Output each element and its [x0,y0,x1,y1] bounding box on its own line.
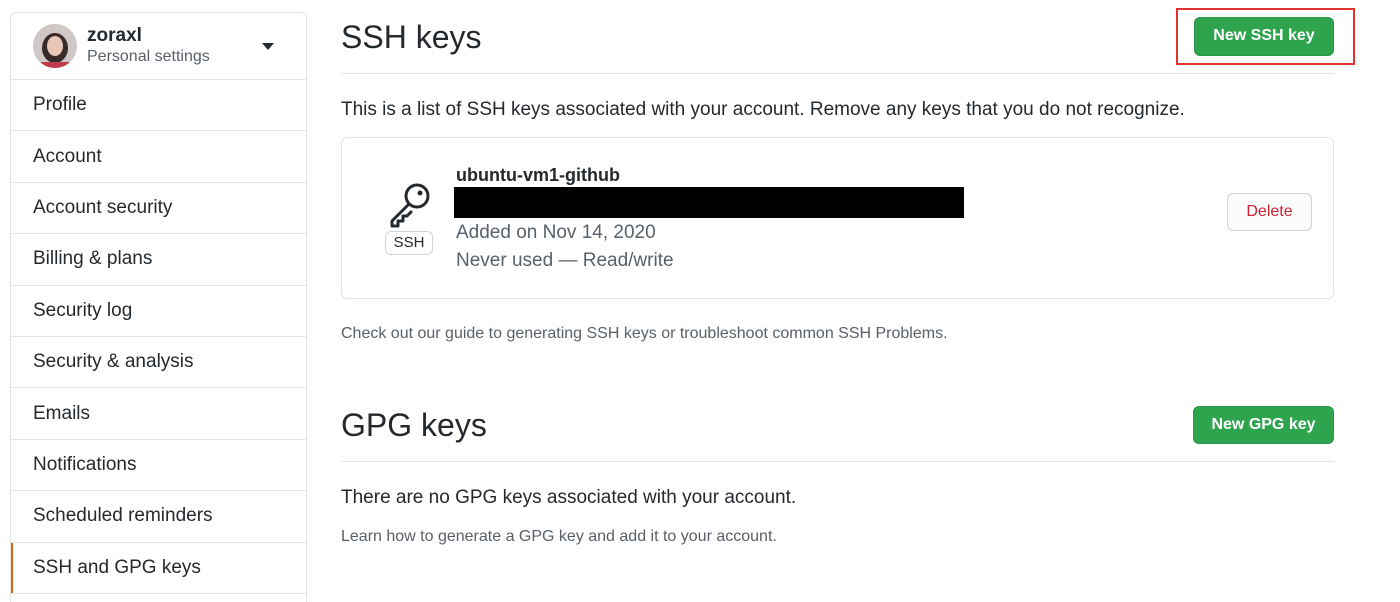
key-icon [386,181,434,234]
delete-button[interactable]: Delete [1227,193,1312,231]
gpg-header: GPG keys New GPG key [341,400,1334,462]
username: zoraxl [87,25,142,46]
ssh-key-item: SSH ubuntu-vm1-github Added on Nov 14, 2… [341,137,1334,299]
sidebar-item-account[interactable]: Account [11,131,306,183]
gpg-learn-text: Learn how to generate a GPG key and add … [341,528,777,546]
key-name: ubuntu-vm1-github [456,165,620,185]
sidebar-item-security-log[interactable]: Security log [11,286,306,337]
key-added-date: Added on Nov 14, 2020 [456,222,656,243]
ssh-header: SSH keys New SSH key [341,0,1334,74]
sidebar-item-emails[interactable]: Emails [11,388,306,440]
gpg-title: GPG keys [341,407,487,443]
ssh-guide-text: Check out our guide to generating SSH ke… [341,325,948,343]
account-switcher[interactable]: zoraxl Personal settings [11,13,306,80]
settings-sidebar: zoraxl Personal settings Profile Account… [10,12,307,602]
avatar [33,24,77,68]
new-ssh-key-button[interactable]: New SSH key [1194,17,1334,56]
key-usage: Never used — Read/write [456,250,674,271]
sidebar-item-scheduled-reminders[interactable]: Scheduled reminders [11,491,306,543]
redacted-fingerprint [454,187,964,218]
sidebar-item-security-analysis[interactable]: Security & analysis [11,337,306,389]
caret-down-icon[interactable] [262,43,274,50]
context-label: Personal settings [87,48,210,65]
ssh-title: SSH keys [341,19,482,55]
new-gpg-key-button[interactable]: New GPG key [1193,406,1334,444]
sidebar-item-notifications[interactable]: Notifications [11,440,306,492]
sidebar-item-profile[interactable]: Profile [11,80,306,132]
ssh-badge: SSH [385,231,433,255]
main-content: SSH keys New SSH key This is a list of S… [341,0,1341,591]
sidebar-item-billing[interactable]: Billing & plans [11,234,306,286]
ssh-description: This is a list of SSH keys associated wi… [341,99,1185,120]
gpg-learn-link[interactable]: Learn how to generate a GPG key and add … [341,528,777,545]
sidebar-item-account-security[interactable]: Account security [11,183,306,235]
ssh-guide-link[interactable]: Check out our guide to generating SSH ke… [341,325,948,342]
sidebar-item-ssh-gpg-keys[interactable]: SSH and GPG keys [11,542,306,594]
gpg-empty-text: There are no GPG keys associated with yo… [341,487,797,508]
